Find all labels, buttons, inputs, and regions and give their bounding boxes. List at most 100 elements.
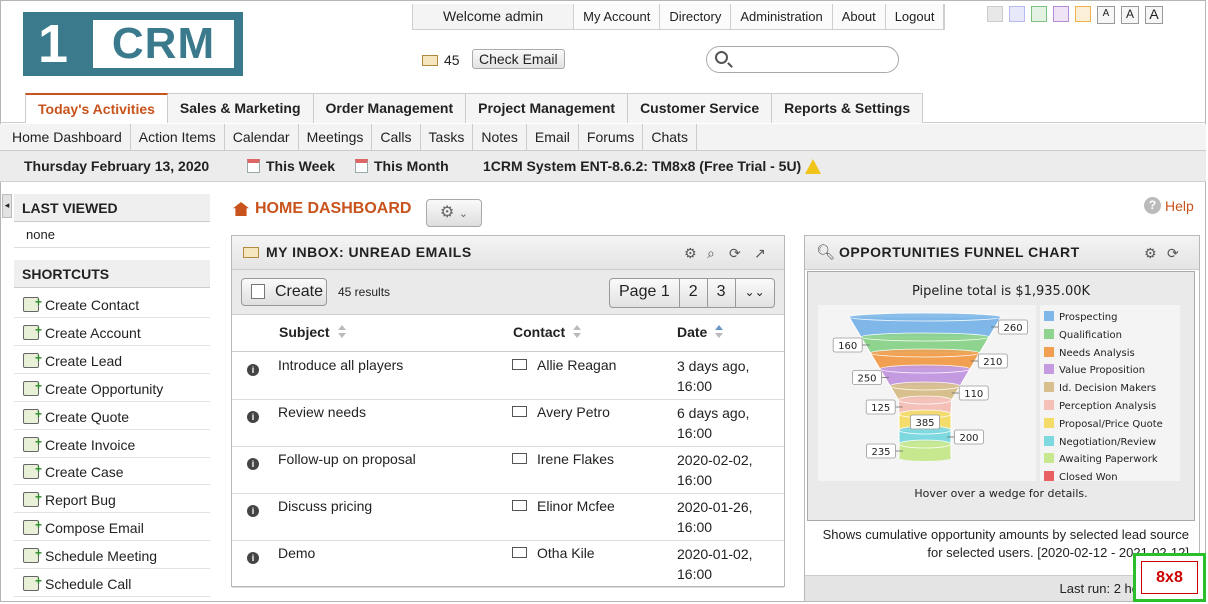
tab-sales-marketing[interactable]: Sales & Marketing [167,93,314,123]
info-icon[interactable]: i [247,552,259,564]
table-row[interactable]: i Discuss pricing Elinor Mcfee 2020-01-26, … [232,493,784,541]
tab-customer-service[interactable]: Customer Service [628,93,773,123]
column-subject[interactable]: Subject [279,315,347,349]
shortcut-item[interactable]: Report Bug [14,482,210,514]
email-subject[interactable]: Discuss pricing [278,498,372,514]
chevron-down-icon: ⌄ [458,208,468,220]
page-1-button[interactable]: Page 1 [610,279,680,307]
theme-swatch-purple[interactable] [1053,6,1069,22]
create-email-button[interactable]: Create [241,278,327,306]
logo[interactable]: 1 CRM [23,12,243,76]
external-link-icon[interactable]: ↗ [754,245,766,262]
directory-link[interactable]: Directory [660,4,732,29]
shortcut-item[interactable]: Create Invoice [14,427,210,458]
subtab-email[interactable]: Email [527,124,579,150]
subtab-meetings[interactable]: Meetings [299,124,373,150]
theme-swatch-gray[interactable] [987,6,1003,22]
shortcut-item[interactable]: Create Lead [14,343,210,374]
shortcut-item[interactable]: Create Account [14,315,210,346]
shortcut-item[interactable]: Schedule Meeting [14,538,210,570]
more-pages-button[interactable]: ⌄⌄ [736,279,774,307]
about-link[interactable]: About [832,4,886,29]
email-contact[interactable]: Elinor Mcfee [512,498,615,514]
shortcut-item[interactable]: Create Quote [14,399,210,430]
subtab-home-dashboard[interactable]: Home Dashboard [4,124,131,150]
column-subject-label: Subject [279,324,330,340]
subtab-action-items[interactable]: Action Items [131,124,225,150]
help-link[interactable]: ? Help [1144,197,1194,214]
shortcut-item[interactable]: Schedule Call [14,566,210,597]
shortcut-item[interactable]: Compose Email [14,510,210,542]
legend-swatch [1044,382,1054,393]
check-email-button[interactable]: Check Email [472,49,565,69]
administration-link[interactable]: Administration [731,4,833,29]
refresh-icon[interactable]: ⟳ [1167,245,1179,262]
gear-icon[interactable]: ⚙ [1144,245,1157,262]
my-account-link[interactable]: My Account [574,4,661,29]
table-row[interactable]: i Introduce all players Allie Reagan 3 days… [232,352,784,400]
mail-counter[interactable]: 45 [422,52,460,68]
email-contact[interactable]: Allie Reagan [512,357,616,373]
contact-name: Otha Kile [537,545,595,561]
logo-number: 1 [37,14,69,74]
tab-reports-settings[interactable]: Reports & Settings [772,93,924,123]
search-input[interactable] [706,46,899,73]
info-icon[interactable]: i [247,364,259,376]
font-size-small-button[interactable]: A [1097,6,1115,24]
search-icon[interactable]: ⌕ [707,245,715,262]
refresh-icon[interactable]: ⟳ [729,245,741,262]
subtab-forums[interactable]: Forums [579,124,644,150]
info-icon[interactable]: i [247,505,259,517]
gear-icon[interactable]: ⚙ [684,245,697,262]
search-icon [715,51,728,64]
shortcut-icon [23,315,42,345]
email-contact[interactable]: Otha Kile [512,545,595,561]
theme-swatch-orange[interactable] [1075,6,1091,22]
font-size-large-button[interactable]: A [1145,6,1163,24]
tab-order-management[interactable]: Order Management [313,93,467,123]
email-subject[interactable]: Introduce all players [278,357,403,373]
email-contact[interactable]: Irene Flakes [512,451,614,467]
subtab-calls[interactable]: Calls [372,124,421,150]
table-row[interactable]: i Review needs Avery Petro 6 days ago, 16:0… [232,399,784,447]
funnel-base [899,455,951,461]
shortcut-icon [23,482,42,512]
tab-todays-activities[interactable]: Today's Activities [25,93,168,123]
theme-swatch-green[interactable] [1031,6,1047,22]
brand-badge[interactable]: 8x8 [1133,553,1206,602]
email-contact[interactable]: Avery Petro [512,404,610,420]
page-3-button[interactable]: 3 [708,279,736,307]
table-row[interactable]: i Demo Otha Kile 2020-01-02, 16:00 [232,540,784,588]
sidebar-collapse-toggle[interactable]: ◂ [2,194,12,218]
email-subject[interactable]: Follow-up on proposal [278,451,416,467]
calendar-icon [355,159,368,173]
tab-project-management[interactable]: Project Management [466,93,629,123]
column-date[interactable]: Date [677,315,724,349]
email-subject[interactable]: Review needs [278,404,366,420]
shortcut-item[interactable]: Create Case [14,454,210,486]
dashboard-settings-button[interactable]: ⚙ ⌄ [426,199,482,227]
info-icon[interactable]: i [247,411,259,423]
this-week-link[interactable]: This Week [247,151,335,181]
this-month-link[interactable]: This Month [355,151,449,181]
warning-icon[interactable] [805,159,822,174]
table-row[interactable]: i Follow-up on proposal Irene Flakes 2020-0… [232,446,784,494]
theme-swatch-blue[interactable] [1009,6,1025,22]
shortcut-item[interactable]: Create Contact [14,287,210,318]
shortcut-item[interactable]: Create Opportunity [14,371,210,402]
subtab-notes[interactable]: Notes [473,124,527,150]
shortcut-label: Create Opportunity [45,380,164,397]
logout-link[interactable]: Logout [885,4,945,29]
email-subject[interactable]: Demo [278,545,315,561]
subtab-tasks[interactable]: Tasks [421,124,474,150]
font-size-medium-button[interactable]: A [1121,6,1139,24]
column-contact[interactable]: Contact [513,315,582,349]
data-label: 200 [959,433,978,444]
page-2-button[interactable]: 2 [680,279,708,307]
subtab-calendar[interactable]: Calendar [225,124,299,150]
data-label: 260 [1004,323,1023,334]
subtab-chats[interactable]: Chats [643,124,697,150]
legend-entry: Closed Won [1044,471,1118,483]
info-icon[interactable]: i [247,458,259,470]
chart-icon: 🔍︎ [816,244,836,261]
